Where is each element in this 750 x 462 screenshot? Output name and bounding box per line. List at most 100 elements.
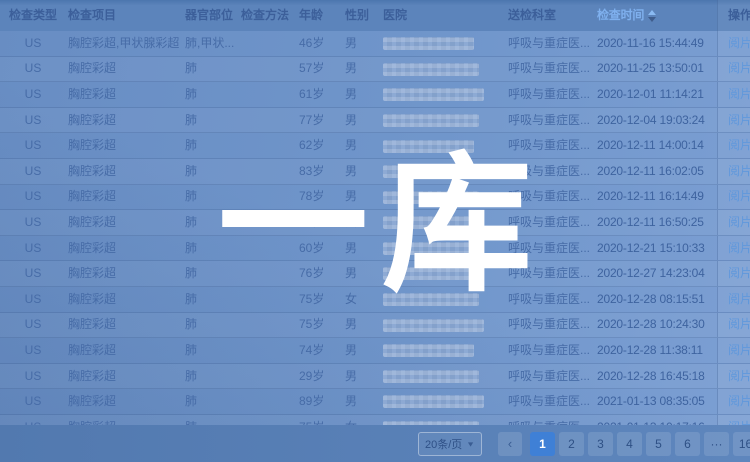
- cell-age: 76岁: [295, 262, 341, 285]
- view-images-link[interactable]: 阅片: [728, 365, 750, 388]
- hospital-redacted-block: [383, 63, 479, 76]
- cell-item: 胸腔彩超: [66, 185, 182, 208]
- cell-part: 肺: [182, 83, 239, 106]
- cell-age: 75岁: [295, 288, 341, 311]
- cell-dept: 呼吸与重症医...: [505, 288, 595, 311]
- cell-item: 胸腔彩超: [66, 57, 182, 80]
- page-button-2[interactable]: 2: [559, 432, 584, 456]
- cell-type: US: [0, 365, 66, 388]
- view-images-link[interactable]: 阅片: [728, 134, 750, 157]
- cell-dept: 呼吸与重症医...: [505, 32, 595, 55]
- cell-part: 肺,甲状...: [182, 32, 239, 55]
- view-images-link[interactable]: 阅片: [728, 32, 750, 55]
- cell-time: 2020-12-01 11:14:21: [595, 83, 717, 106]
- page-button-1[interactable]: 1: [530, 432, 555, 456]
- table-row: US 胸腔彩超 肺 75岁 男 呼吸与重症医... 2020-12-28 10:…: [0, 313, 750, 339]
- cell-type: US: [0, 211, 66, 234]
- cell-age: 74岁: [295, 339, 341, 362]
- sort-caret-icon[interactable]: [648, 10, 656, 22]
- column-header-age: 年龄: [295, 0, 341, 31]
- cell-gender: 男: [341, 339, 382, 362]
- column-header-exam-method: 检查方法: [239, 0, 295, 31]
- view-images-link[interactable]: 阅片: [728, 288, 750, 311]
- view-images-link[interactable]: 阅片: [728, 160, 750, 183]
- page-button-5[interactable]: 5: [646, 432, 671, 456]
- view-images-link[interactable]: 阅片: [728, 185, 750, 208]
- cell-time: 2021-01-13 08:35:05: [595, 390, 717, 413]
- column-header-gender: 性别: [341, 0, 382, 31]
- view-images-link[interactable]: 阅片: [728, 390, 750, 413]
- pagination-bar: 20条/页 ▼ ‹ 123456···16: [0, 425, 750, 462]
- cell-time: 2020-12-11 16:02:05: [595, 160, 717, 183]
- hospital-redacted-block: [383, 395, 484, 408]
- cell-type: US: [0, 83, 66, 106]
- cell-dept: 呼吸与重症医...: [505, 365, 595, 388]
- cell-dept: 呼吸与重症医...: [505, 211, 595, 234]
- cell-age: 46岁: [295, 32, 341, 55]
- cell-part: 肺: [182, 237, 239, 260]
- cell-item: 胸腔彩超: [66, 339, 182, 362]
- page-button-16[interactable]: 16: [733, 432, 750, 456]
- sort-desc-icon[interactable]: [648, 17, 656, 22]
- cell-time: 2020-12-28 16:45:18: [595, 365, 717, 388]
- prev-page-button[interactable]: ‹: [498, 432, 522, 456]
- sort-asc-icon[interactable]: [648, 10, 656, 15]
- view-images-link[interactable]: 阅片: [728, 262, 750, 285]
- cell-part: 肺: [182, 211, 239, 234]
- cell-type: US: [0, 160, 66, 183]
- hospital-redacted-block: [383, 140, 474, 153]
- cell-time: 2020-12-28 08:15:51: [595, 288, 717, 311]
- chevron-down-icon: ▼: [466, 440, 475, 448]
- cell-dept: 呼吸与重症医...: [505, 339, 595, 362]
- page-ellipsis-button[interactable]: ···: [704, 432, 729, 456]
- cell-time: 2020-12-21 15:10:33: [595, 237, 717, 260]
- column-header-exam-item: 检查项目: [66, 0, 182, 31]
- view-images-link[interactable]: 阅片: [728, 313, 750, 336]
- cell-type: US: [0, 185, 66, 208]
- table-header-row: 检查类型 检查项目 器官部位 检查方法 年龄 性别 医院 送检科室 检查时间 操…: [0, 0, 750, 31]
- view-images-link[interactable]: 阅片: [728, 237, 750, 260]
- page-button-3[interactable]: 3: [588, 432, 613, 456]
- cell-age: 60岁: [295, 237, 341, 260]
- exam-time-label: 检查时间: [597, 8, 644, 22]
- view-images-link[interactable]: 阅片: [728, 83, 750, 106]
- cell-part: 肺: [182, 390, 239, 413]
- cell-type: US: [0, 262, 66, 285]
- view-images-link[interactable]: 阅片: [728, 57, 750, 80]
- cell-dept: 呼吸与重症医...: [505, 57, 595, 80]
- cell-part: 肺: [182, 365, 239, 388]
- cell-time: 2020-12-04 19:03:24: [595, 109, 717, 132]
- cell-type: US: [0, 32, 66, 55]
- view-images-link[interactable]: 阅片: [728, 211, 750, 234]
- column-header-exam-time[interactable]: 检查时间: [595, 0, 717, 31]
- cell-age: 29岁: [295, 365, 341, 388]
- cell-item: 胸腔彩超: [66, 365, 182, 388]
- cell-dept: 呼吸与重症医...: [505, 313, 595, 336]
- view-images-link[interactable]: 阅片: [728, 109, 750, 132]
- page-size-select[interactable]: 20条/页 ▼: [418, 432, 482, 456]
- cell-dept: 呼吸与重症医...: [505, 83, 595, 106]
- table-row: US 胸腔彩超 肺 29岁 男 呼吸与重症医... 2020-12-28 16:…: [0, 364, 750, 390]
- cell-time: 2020-12-11 16:14:49: [595, 185, 717, 208]
- table-row: US 胸腔彩超 肺 61岁 男 呼吸与重症医... 2020-12-01 11:…: [0, 82, 750, 108]
- table-row: US 胸腔彩超,甲状腺彩超 肺,甲状... 46岁 男 呼吸与重症医... 20…: [0, 31, 750, 57]
- table-row: US 胸腔彩超 肺 74岁 男 呼吸与重症医... 2020-12-28 11:…: [0, 338, 750, 364]
- cell-dept: 呼吸与重症医...: [505, 237, 595, 260]
- table-row: US 胸腔彩超 肺 78岁 男 呼吸与重症医... 2020-12-11 16:…: [0, 185, 750, 211]
- hospital-redacted-block: [383, 319, 484, 332]
- column-header-hospital: 医院: [382, 0, 505, 31]
- cell-type: US: [0, 237, 66, 260]
- view-images-link[interactable]: 阅片: [728, 339, 750, 362]
- table-row: US 胸腔彩超 肺 62岁 男 呼吸与重症医... 2020-12-11 14:…: [0, 133, 750, 159]
- cell-age: 62岁: [295, 134, 341, 157]
- cell-gender: 男: [341, 262, 382, 285]
- cell-part: 肺: [182, 185, 239, 208]
- hospital-redacted-block: [383, 37, 474, 50]
- hospital-redacted-block: [383, 165, 484, 178]
- table-row: US 胸腔彩超 肺 60岁 男 呼吸与重症医... 2020-12-21 15:…: [0, 236, 750, 262]
- hospital-redacted-block: [383, 293, 479, 306]
- page-button-4[interactable]: 4: [617, 432, 642, 456]
- hospital-redacted-block: [383, 242, 474, 255]
- cell-time: 2020-11-25 13:50:01: [595, 57, 717, 80]
- page-button-6[interactable]: 6: [675, 432, 700, 456]
